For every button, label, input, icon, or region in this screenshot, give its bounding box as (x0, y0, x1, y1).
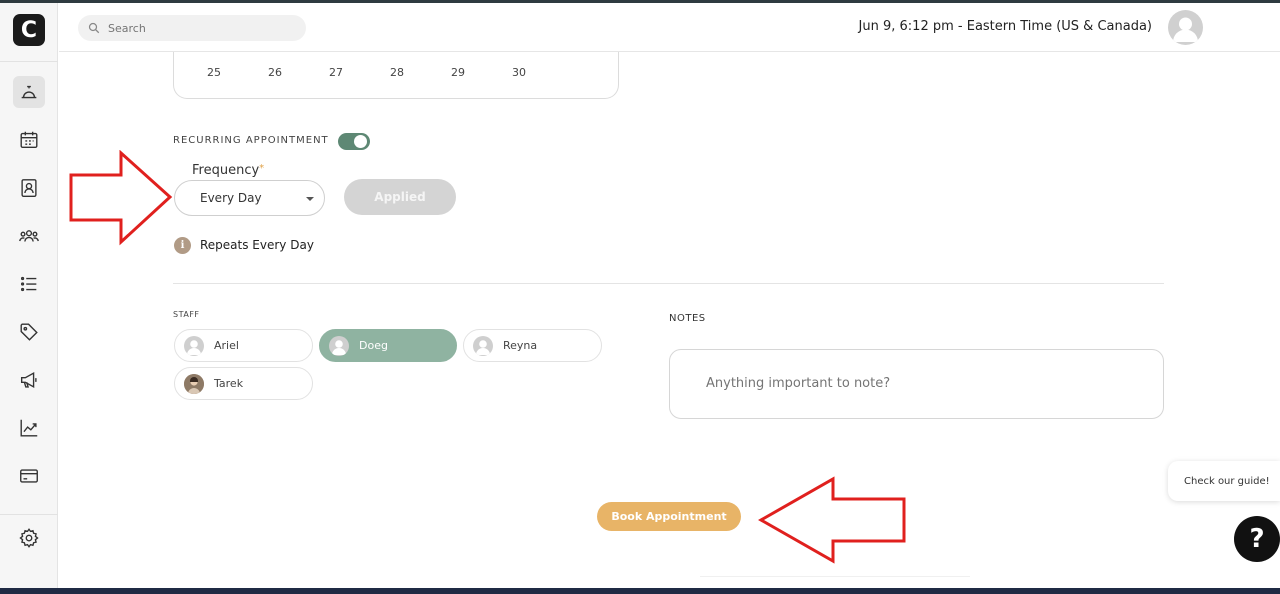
chart-icon[interactable] (13, 412, 45, 444)
search-bar[interactable] (78, 15, 306, 41)
list-icon[interactable] (13, 268, 45, 300)
sidebar-divider (0, 61, 58, 62)
staff-label: STAFF (173, 310, 200, 319)
repeats-text: Repeats Every Day (200, 238, 314, 252)
app-logo[interactable]: C (13, 14, 45, 46)
applied-button[interactable]: Applied (344, 179, 456, 215)
staff-name: Doeg (359, 339, 388, 352)
avatar (473, 335, 493, 356)
frequency-label: Frequency* (192, 163, 264, 178)
tag-icon[interactable] (13, 316, 45, 348)
recurring-label: RECURRING APPOINTMENT (173, 135, 329, 146)
contacts-icon[interactable] (13, 172, 45, 204)
sidebar-divider (0, 514, 58, 515)
staff-name: Reyna (503, 339, 538, 352)
faint-line (700, 576, 970, 577)
frequency-select[interactable]: Every Day (174, 180, 325, 216)
staff-chip-tarek[interactable]: Tarek (174, 367, 313, 400)
search-icon (88, 19, 100, 38)
avatar (329, 335, 349, 356)
calendar-day[interactable]: 29 (451, 66, 465, 79)
calendar-day[interactable]: 28 (390, 66, 404, 79)
bottom-bar (0, 588, 1280, 594)
info-icon: i (174, 237, 191, 254)
megaphone-icon[interactable] (13, 364, 45, 396)
calendar-grid: 25 26 27 28 29 30 (173, 52, 619, 99)
section-divider (173, 283, 1164, 284)
calendar-icon[interactable] (13, 124, 45, 156)
calendar-day[interactable]: 26 (268, 66, 282, 79)
header-datetime: Jun 9, 6:12 pm - Eastern Time (US & Cana… (858, 19, 1152, 34)
staff-chip-ariel[interactable]: Ariel (174, 329, 313, 362)
card-icon[interactable] (13, 460, 45, 492)
bell-icon[interactable] (13, 76, 45, 108)
toggle-knob (354, 135, 367, 148)
help-button[interactable]: ? (1234, 516, 1280, 562)
calendar-day[interactable]: 25 (207, 66, 221, 79)
staff-name: Ariel (214, 339, 239, 352)
search-input[interactable] (108, 21, 288, 35)
guide-popup[interactable]: Check our guide! (1168, 461, 1280, 501)
top-header: Jun 9, 6:12 pm - Eastern Time (US & Cana… (59, 3, 1280, 52)
recurring-toggle[interactable] (338, 133, 370, 150)
calendar-day[interactable]: 30 (512, 66, 526, 79)
avatar (184, 373, 204, 394)
book-appointment-button[interactable]: Book Appointment (597, 502, 741, 531)
notes-box[interactable] (669, 349, 1164, 419)
user-avatar[interactable] (1168, 10, 1203, 45)
calendar-day[interactable]: 27 (329, 66, 343, 79)
required-mark: * (259, 163, 265, 174)
staff-chip-reyna[interactable]: Reyna (463, 329, 602, 362)
gear-icon[interactable] (13, 522, 45, 554)
sidebar: C (0, 3, 58, 588)
notes-input[interactable] (706, 376, 1127, 396)
notes-label: NOTES (669, 313, 706, 324)
avatar (184, 335, 204, 356)
caret-down-icon (306, 197, 314, 201)
frequency-value: Every Day (200, 191, 262, 205)
staff-chip-doeg[interactable]: Doeg (319, 329, 457, 362)
annotation-arrow-right (69, 150, 173, 246)
staff-name: Tarek (214, 377, 244, 390)
annotation-arrow-left (758, 476, 906, 564)
frequency-label-text: Frequency (192, 163, 260, 178)
team-icon[interactable] (13, 220, 45, 252)
